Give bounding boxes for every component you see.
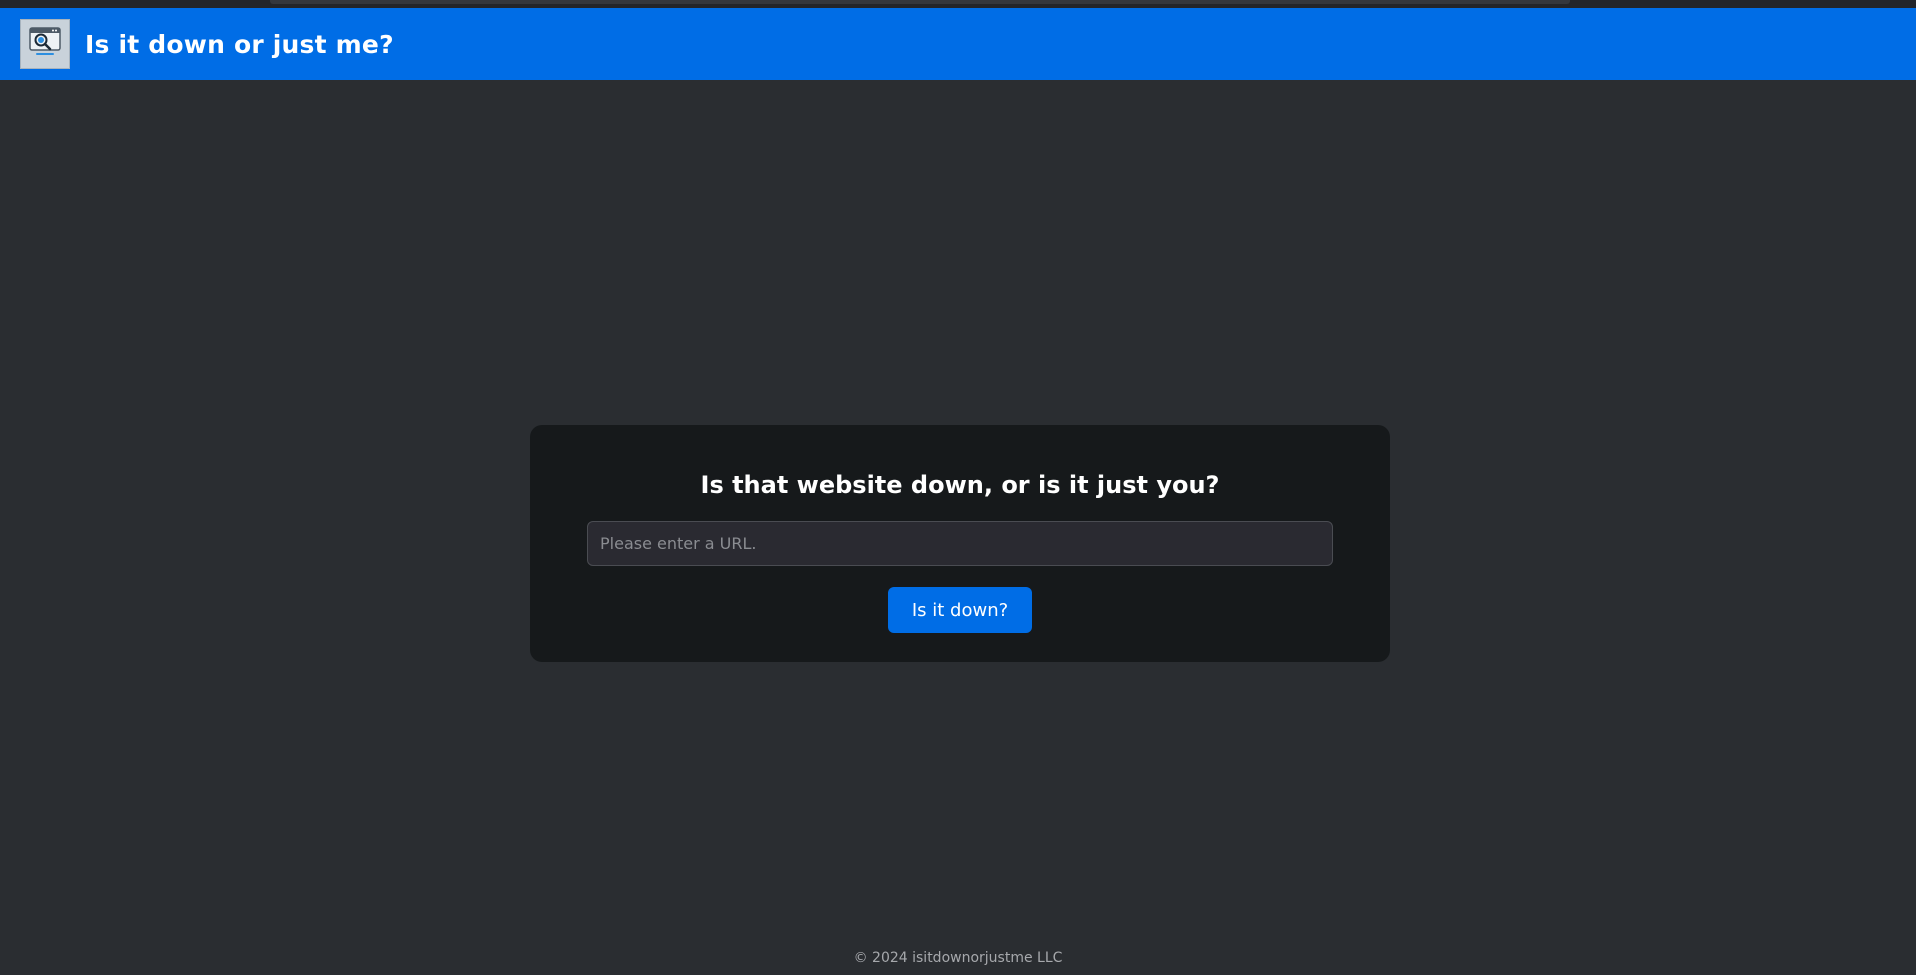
browser-top-strip	[0, 0, 1916, 8]
footer-copyright: © 2024 isitdownorjustme LLC	[853, 950, 1063, 966]
is-it-down-button[interactable]: Is it down?	[888, 587, 1032, 633]
site-header: Is it down or just me?	[0, 8, 1916, 80]
page-heading: Is that website down, or is it just you?	[700, 471, 1220, 499]
site-logo[interactable]	[20, 19, 70, 69]
site-title[interactable]: Is it down or just me?	[85, 30, 394, 59]
magnifier-browser-icon	[27, 24, 63, 64]
check-card: Is that website down, or is it just you?…	[530, 425, 1390, 662]
browser-tab-bar	[270, 0, 1570, 4]
url-input[interactable]	[587, 521, 1333, 566]
